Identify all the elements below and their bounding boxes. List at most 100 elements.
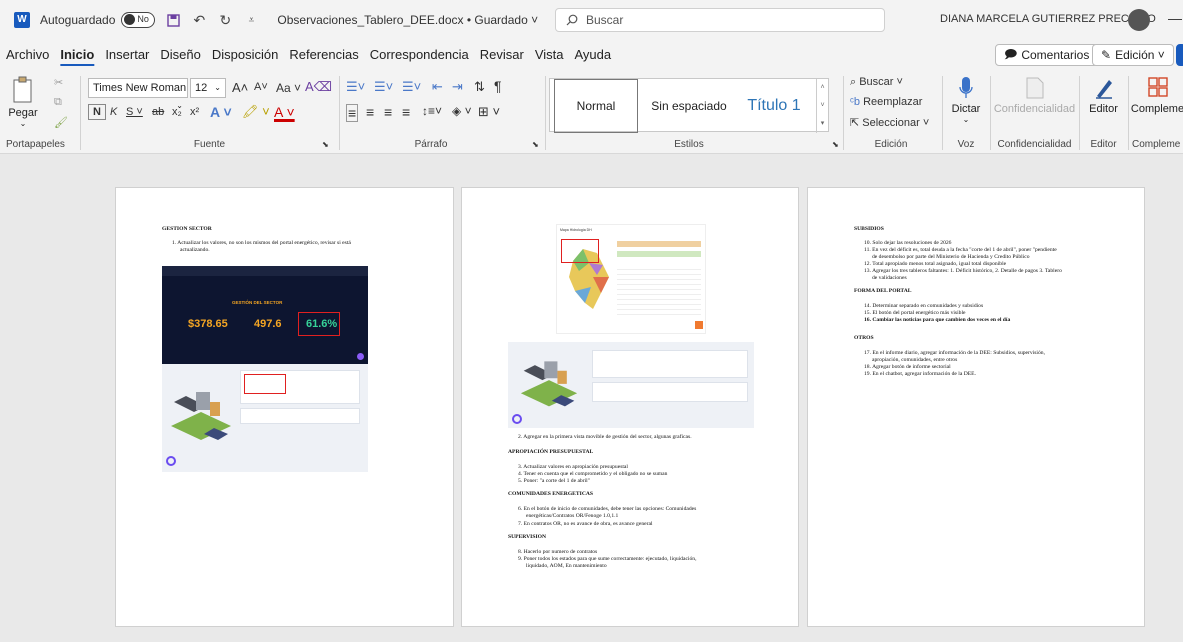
group-editor: Editor Editor <box>1081 70 1126 154</box>
search-placeholder: Buscar <box>586 13 624 27</box>
find-label: Buscar <box>859 76 894 88</box>
embedded-screenshot-subsidios <box>162 364 368 472</box>
divider <box>1128 76 1129 150</box>
comments-button[interactable]: 🗩 Comentarios <box>995 44 1099 66</box>
word-logo-icon: W <box>14 12 30 28</box>
addins-button[interactable]: Compleme <box>1130 76 1183 115</box>
list-item: 19. En el chatbot, agregar información d… <box>864 371 976 377</box>
group-label-confidencialidad: Confidencialidad <box>997 139 1072 150</box>
list-item: 8. Hacerlo por numero de contratos <box>518 549 598 555</box>
dictate-button[interactable]: Dictar ⌄ <box>946 76 986 124</box>
legend-bar <box>617 241 701 247</box>
tab-vista[interactable]: Vista <box>535 40 564 70</box>
document-page-3[interactable]: SUBSIDIOS 10. Solo dejar las resolucione… <box>807 187 1145 627</box>
chat-icon <box>357 353 364 360</box>
dictate-label: Dictar <box>951 103 981 115</box>
tab-ayuda[interactable]: Ayuda <box>574 40 611 70</box>
heading-gestion-sector: GESTION SECTOR <box>162 226 212 232</box>
list-item-continued: actualizando. <box>180 247 210 253</box>
editor-pen-icon <box>1095 80 1112 99</box>
confidentiality-label: Confidencialidad <box>993 103 1076 115</box>
list-item: 7. En contratos OR, no es avance de obra… <box>518 521 653 527</box>
replace-button[interactable]: ᶜb Reemplazar <box>850 96 922 108</box>
undo-icon[interactable]: ↶ <box>191 12 207 28</box>
microphone-icon <box>959 77 973 98</box>
list-item: 17. En el informe diario, agregar inform… <box>864 350 1045 356</box>
comment-icon: 🗩 <box>1004 46 1018 61</box>
user-name[interactable]: DIANA MARCELA GUTIERREZ PRECIADO <box>940 13 1156 25</box>
redo-icon[interactable]: ↻ <box>217 12 233 28</box>
list-item: 16. Cambiar las noticias para que cambie… <box>864 317 1011 323</box>
list-item: 6. En el botón de inicio de comunidades,… <box>518 506 697 512</box>
addins-grid-icon <box>1147 77 1168 97</box>
editing-label: Edición ˅ <box>1115 48 1165 62</box>
metric-value: 497.6 <box>254 318 282 330</box>
divider <box>843 76 844 150</box>
word-window: W Autoguardado No ↶ ↻ ⩡ Observaciones_Ta… <box>0 0 1183 642</box>
list-item-continued: de validaciones <box>872 275 907 281</box>
tab-insertar[interactable]: Insertar <box>105 40 149 70</box>
sensitivity-icon <box>1026 77 1043 99</box>
search-icon: ⌕ <box>850 76 860 88</box>
list-item-continued: apropiación, comunidades, entre otros <box>872 357 958 363</box>
screenshot-header <box>162 266 368 276</box>
screenshot-title: GESTIÓN DEL SECTOR <box>232 300 283 305</box>
document-canvas[interactable]: GESTION SECTOR 1. Actualizar los valores… <box>0 154 1183 642</box>
heading-otros: OTROS <box>854 335 874 341</box>
list-item: 18. Agregar botón de informe sectorial <box>864 364 951 370</box>
list-item: 1. Actualizar los valores, no son los mi… <box>172 240 351 246</box>
tab-archivo[interactable]: Archivo <box>6 40 49 70</box>
tab-disposicion[interactable]: Disposición <box>212 40 278 70</box>
list-item: 10. Solo dejar las resoluciones de 2026 <box>864 240 952 246</box>
divider <box>942 76 943 150</box>
find-button[interactable]: ⌕ Buscar ˅ <box>850 76 903 89</box>
confidentiality-button[interactable]: Confidencialidad <box>992 76 1077 115</box>
select-button[interactable]: ⇱ Seleccionar ˅ <box>850 116 929 129</box>
pencil-icon: ✎ <box>1101 48 1112 62</box>
autosave-toggle[interactable]: No <box>121 12 156 28</box>
editing-mode-button[interactable]: ✎ Edición ˅ <box>1092 44 1174 66</box>
data-table <box>617 265 701 315</box>
list-item-continued: de desembolso por parte del Ministerio d… <box>872 254 1030 260</box>
document-page-1[interactable]: GESTION SECTOR 1. Actualizar los valores… <box>115 187 454 627</box>
legend-bar <box>617 251 701 257</box>
document-title[interactable]: Observaciones_Tablero_DEE.docx • Guardad… <box>277 13 538 27</box>
select-label: Seleccionar <box>862 117 920 129</box>
list-item: 9. Poner todos los estados para que sume… <box>518 556 697 562</box>
tab-diseno[interactable]: Diseño <box>160 40 200 70</box>
customize-qat-icon[interactable]: ⩡ <box>243 12 259 28</box>
embedded-screenshot-map: Mapa Hidrología DH <box>556 224 706 334</box>
search-box[interactable]: Buscar <box>555 8 885 32</box>
heading-subsidios: SUBSIDIOS <box>854 226 884 232</box>
toggle-knob <box>124 14 136 25</box>
styles-scroll[interactable]: ˄ ˅ ▾ <box>816 79 828 133</box>
group-complementos: Compleme Compleme <box>1130 70 1183 154</box>
tab-correspondencia[interactable]: Correspondencia <box>370 40 469 70</box>
list-item: 15. El botón del portal energético más v… <box>864 310 966 316</box>
list-item-continued: liquidado, AOM, En mantenimiento <box>526 563 607 569</box>
tab-referencias[interactable]: Referencias <box>289 40 358 70</box>
share-button[interactable] <box>1176 44 1183 66</box>
style-heading-1[interactable]: Título 1 <box>736 79 812 133</box>
dialog-launcher-icon[interactable]: ⬊ <box>832 140 839 149</box>
tab-inicio[interactable]: Inicio <box>60 40 94 70</box>
style-no-spacing[interactable]: Sin espaciado <box>642 79 736 133</box>
group-label-voz: Voz <box>957 139 975 150</box>
save-icon[interactable] <box>165 12 181 28</box>
list-item: 3. Actualizar valores en apropiación pre… <box>518 464 628 470</box>
editor-button[interactable]: Editor <box>1081 76 1126 115</box>
style-normal[interactable]: Normal <box>554 79 638 133</box>
comments-label: Comentarios <box>1021 48 1090 62</box>
search-icon <box>566 14 578 26</box>
list-item: 12. Total apropiado menos total asignado… <box>864 261 1007 267</box>
avatar[interactable] <box>1128 9 1150 31</box>
replace-label: Reemplazar <box>863 96 923 108</box>
list-item-continued: energéticas/Contratos OR/Fenoge 1.0,1.1 <box>526 513 619 519</box>
heading-comunidades: COMUNIDADES ENERGETICAS <box>508 491 594 497</box>
list-item: 11. En vez del déficit es, total deuda a… <box>864 247 1057 253</box>
orange-marker <box>695 321 703 329</box>
document-page-2[interactable]: Mapa Hidrología DH 2. Agregar en la prim… <box>461 187 799 627</box>
embedded-screenshot-dashboard: GESTIÓN DEL SECTOR $378.65 497.6 61.6% <box>162 266 368 364</box>
tab-revisar[interactable]: Revisar <box>480 40 524 70</box>
minimize-button[interactable]: — <box>1168 10 1182 26</box>
